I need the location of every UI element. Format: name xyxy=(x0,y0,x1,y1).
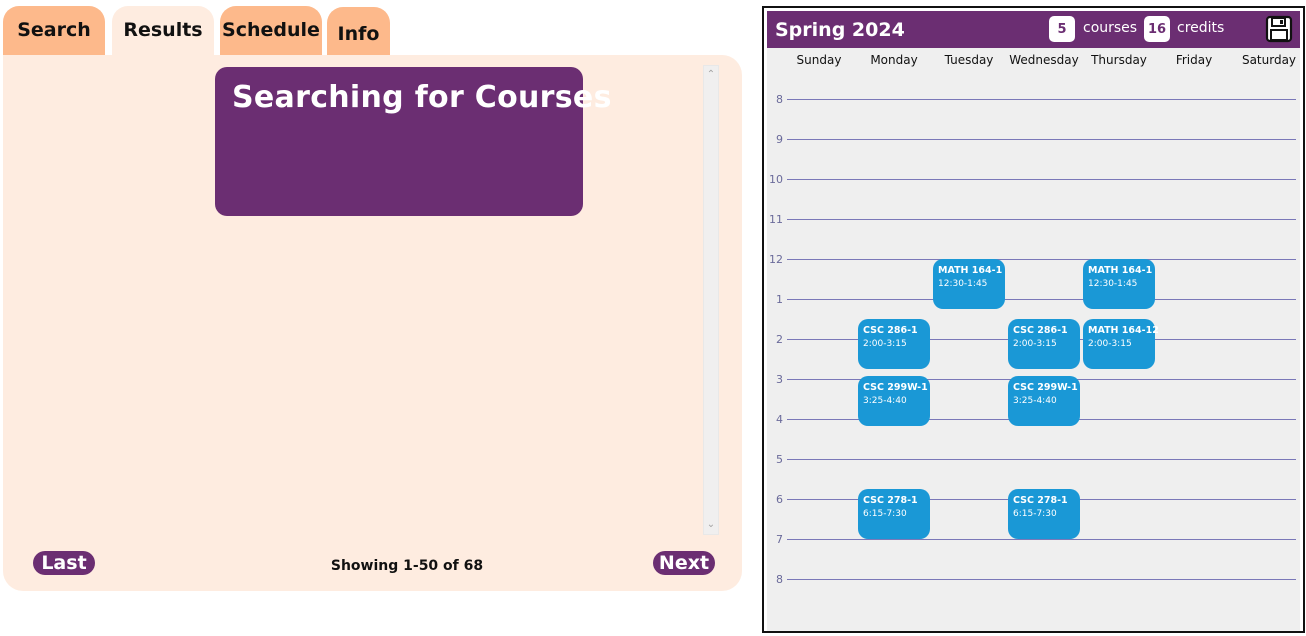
tab-info[interactable]: Info xyxy=(327,7,390,57)
course-time: 6:15-7:30 xyxy=(863,509,907,519)
credits-count: 16 xyxy=(1144,16,1170,42)
course-block[interactable]: MATH 164-1 12:30-1:45 xyxy=(1083,259,1155,309)
day-label-monday: Monday xyxy=(870,53,918,67)
save-icon[interactable] xyxy=(1265,15,1293,43)
credits-label: credits xyxy=(1177,20,1225,36)
course-time: 3:25-4:40 xyxy=(1013,395,1057,406)
course-block[interactable]: CSC 286-1 2:00-3:15 xyxy=(1008,319,1080,369)
course-code: CSC 299W-1 xyxy=(1013,381,1078,393)
course-code: CSC 278-1 xyxy=(1013,495,1068,506)
course-block[interactable]: MATH 164-12 2:00-3:15 xyxy=(1083,319,1159,369)
schedule-panel: Spring 2024 5 courses 16 credits Sunday M… xyxy=(762,6,1305,633)
searching-title: Searching for Courses xyxy=(232,80,612,115)
hour-line xyxy=(787,99,1296,100)
hour-label: 4 xyxy=(776,413,783,426)
course-time: 12:30-1:45 xyxy=(1088,279,1138,289)
day-label-thursday: Thursday xyxy=(1091,53,1147,67)
hour-label: 2 xyxy=(776,333,783,346)
hour-line xyxy=(787,539,1296,540)
hour-line xyxy=(787,219,1296,220)
course-block[interactable]: CSC 278-1 6:15-7:30 xyxy=(1008,489,1080,539)
hour-label: 11 xyxy=(769,213,783,226)
hour-label: 6 xyxy=(776,493,783,506)
course-code: CSC 278-1 xyxy=(863,495,918,506)
hour-label: 1 xyxy=(776,293,783,306)
course-code: CSC 286-1 xyxy=(1013,325,1068,336)
hour-line xyxy=(787,299,1296,300)
course-block[interactable]: CSC 299W-1 3:25-4:40 xyxy=(1008,375,1080,426)
term-title: Spring 2024 xyxy=(775,19,905,41)
tab-search[interactable]: Search xyxy=(3,6,105,56)
next-button[interactable]: Next xyxy=(653,551,715,575)
course-time: 2:00-3:15 xyxy=(863,339,907,349)
course-time: 3:25-4:40 xyxy=(863,395,907,406)
hour-label: 8 xyxy=(776,93,783,106)
course-block[interactable]: CSC 299W-1 3:25-4:40 xyxy=(858,375,930,426)
hour-label: 7 xyxy=(776,533,783,546)
day-label-tuesday: Tuesday xyxy=(944,53,994,67)
course-code: CSC 299W-1 xyxy=(863,381,928,393)
day-label-sunday: Sunday xyxy=(796,53,842,67)
results-panel: Searching for Courses ⌃ ⌄ Last Showing 1… xyxy=(3,55,742,591)
course-block[interactable]: CSC 278-1 6:15-7:30 xyxy=(858,489,930,539)
results-scrollbar[interactable]: ⌃ ⌄ xyxy=(703,65,719,535)
hour-line xyxy=(787,179,1296,180)
courses-count: 5 xyxy=(1049,16,1075,42)
schedule-header: Spring 2024 5 courses 16 credits xyxy=(767,11,1300,48)
scroll-up-icon[interactable]: ⌃ xyxy=(704,69,718,81)
course-code: MATH 164-1 xyxy=(1088,265,1153,276)
hour-label: 10 xyxy=(769,173,783,186)
results-count: Showing 1-50 of 68 xyxy=(330,558,484,574)
hour-line xyxy=(787,259,1296,260)
hour-line xyxy=(787,459,1296,460)
week-calendar: Sunday Monday Tuesday Wednesday Thursday Frid… xyxy=(767,48,1300,631)
course-time: 6:15-7:30 xyxy=(1013,509,1057,519)
hour-line xyxy=(787,139,1296,140)
day-label-friday: Friday xyxy=(1175,53,1213,67)
tab-results[interactable]: Results xyxy=(112,6,214,56)
course-code: CSC 286-1 xyxy=(863,325,918,336)
hour-label: 12 xyxy=(769,253,783,266)
scroll-down-icon[interactable]: ⌄ xyxy=(704,519,718,531)
tab-bar: Search Results Schedule Info xyxy=(0,0,745,57)
tab-schedule[interactable]: Schedule xyxy=(220,6,322,56)
course-time: 2:00-3:15 xyxy=(1013,339,1057,349)
hour-label: 3 xyxy=(776,373,783,386)
course-time: 2:00-3:15 xyxy=(1088,339,1132,349)
day-label-saturday: Saturday xyxy=(1241,53,1297,67)
hour-label: 5 xyxy=(776,453,783,466)
hour-label: 9 xyxy=(776,133,783,146)
hour-label: 8 xyxy=(776,573,783,586)
courses-label: courses xyxy=(1083,20,1138,36)
course-code: MATH 164-12 xyxy=(1088,325,1159,336)
course-time: 12:30-1:45 xyxy=(938,279,988,289)
course-block[interactable]: CSC 286-1 2:00-3:15 xyxy=(858,319,930,369)
hour-line xyxy=(787,579,1296,580)
course-code: MATH 164-1 xyxy=(938,265,1003,276)
course-block[interactable]: MATH 164-1 12:30-1:45 xyxy=(933,259,1005,309)
last-button[interactable]: Last xyxy=(33,551,95,575)
searching-banner: Searching for Courses xyxy=(215,67,611,216)
day-label-wednesday: Wednesday xyxy=(1009,53,1079,67)
